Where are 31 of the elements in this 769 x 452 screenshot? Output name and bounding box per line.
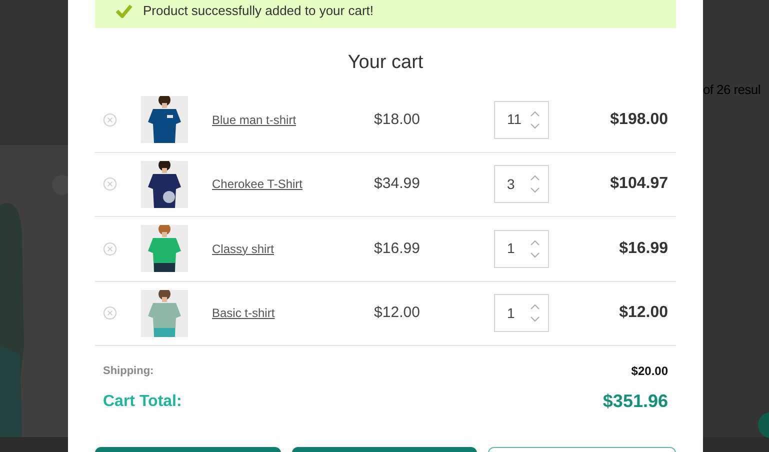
cart-title: Your cart	[346, 51, 424, 75]
product-price: $34.99	[373, 174, 421, 194]
stepper-icon[interactable]	[530, 303, 540, 324]
product-subtotal: $16.99	[619, 238, 668, 259]
product-link[interactable]: Basic t-shirt	[212, 304, 352, 322]
product-subtotal: $12.00	[619, 303, 668, 324]
remove-icon[interactable]	[103, 112, 117, 127]
remove-icon[interactable]	[103, 242, 117, 256]
checkmark-icon	[115, 4, 133, 18]
success-message: Product successfully added to your cart!	[143, 2, 374, 20]
shipping-label: Shipping:	[103, 364, 154, 379]
cart-total-amount: $351.96	[602, 390, 668, 413]
quantity-field[interactable]: 1	[494, 230, 549, 268]
quantity-field[interactable]: 1	[494, 294, 549, 332]
remove-icon[interactable]	[103, 306, 117, 320]
quantity-field[interactable]: 3	[494, 165, 549, 204]
quantity-field[interactable]: 11	[494, 100, 549, 139]
product-subtotal: $198.00	[610, 110, 668, 130]
product-link[interactable]: Cherokee T-Shirt	[212, 175, 352, 194]
product-link[interactable]: Blue man t-shirt	[212, 110, 352, 129]
stepper-icon[interactable]	[530, 110, 540, 130]
shipping-amount: $20.00	[631, 363, 668, 380]
stepper-icon[interactable]	[530, 174, 540, 194]
product-subtotal: $104.97	[610, 174, 668, 194]
cart-total-label: Cart Total:	[103, 392, 182, 412]
product-price: $12.00	[373, 303, 421, 323]
remove-icon[interactable]	[103, 177, 117, 192]
product-link[interactable]: Classy shirt	[212, 240, 352, 258]
product-price: $18.00	[373, 110, 421, 130]
product-price: $16.99	[373, 238, 421, 258]
stepper-icon[interactable]	[530, 238, 540, 259]
